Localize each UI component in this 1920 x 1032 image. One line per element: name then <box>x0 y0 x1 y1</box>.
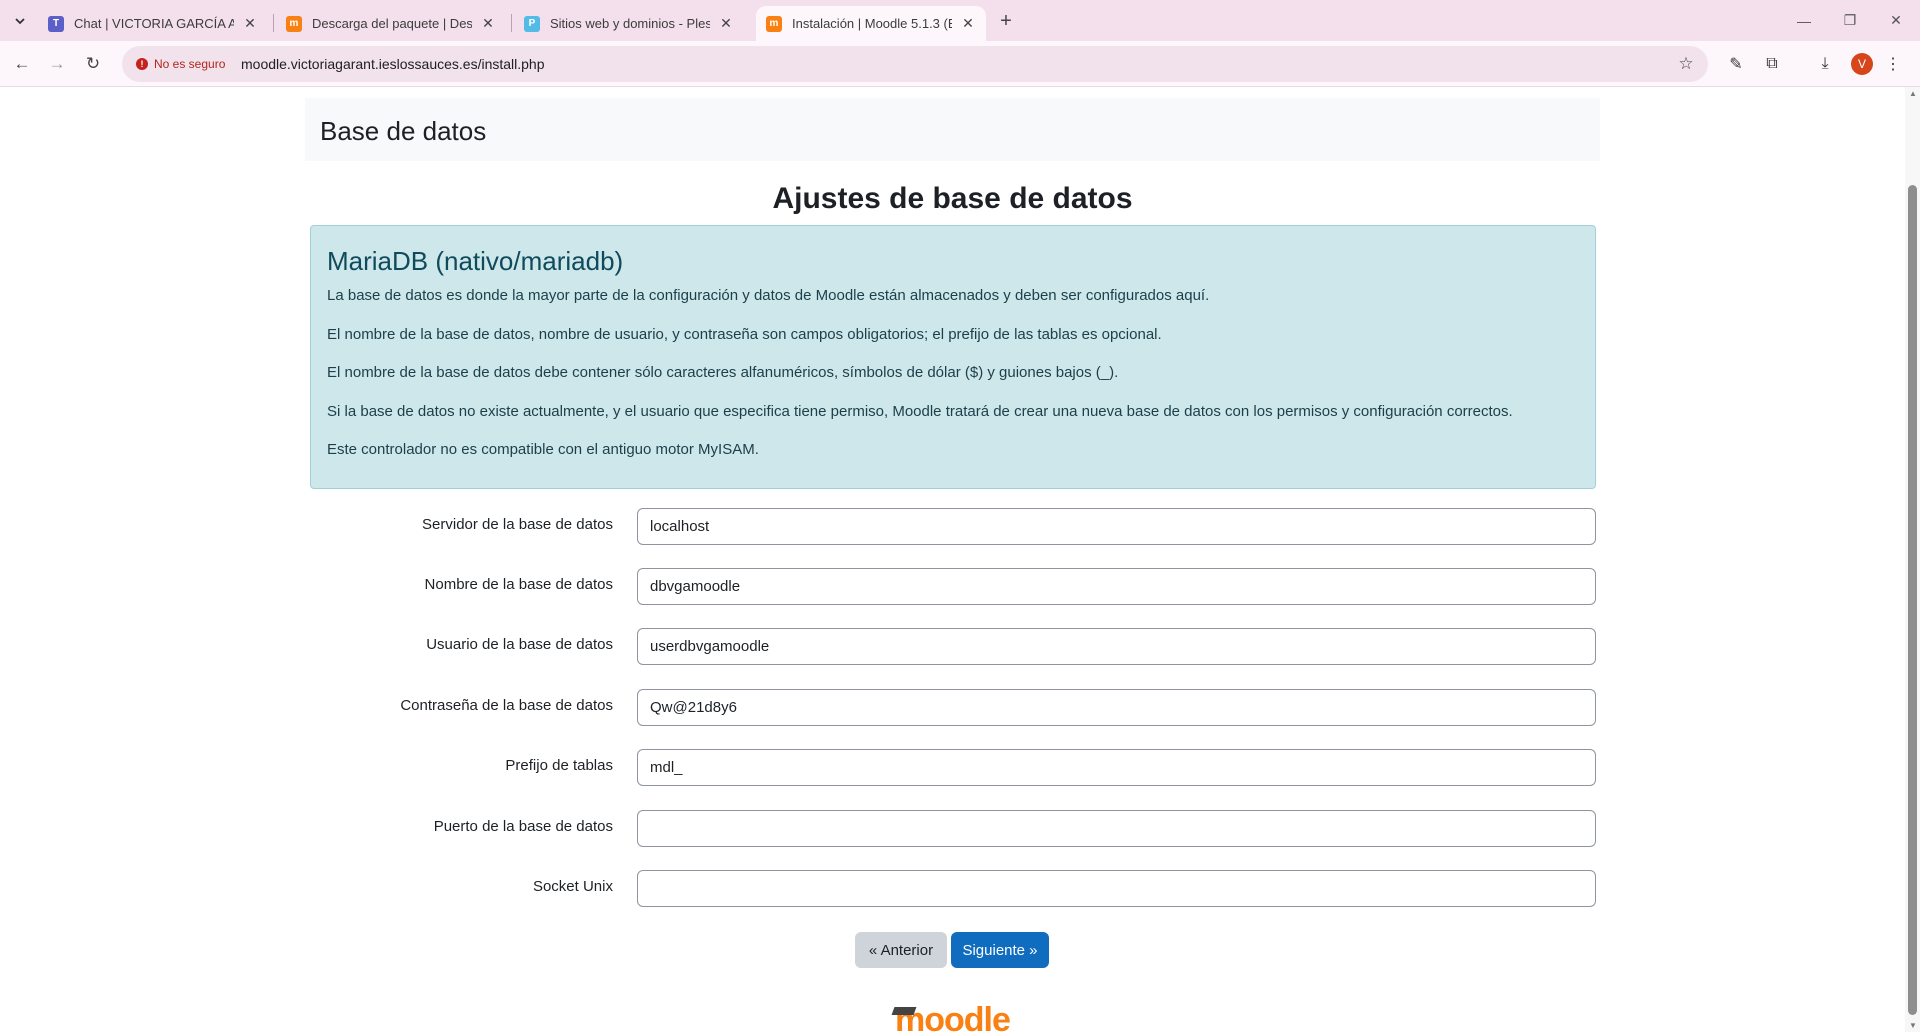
page-title: Base de datos <box>320 116 487 146</box>
close-tab-icon[interactable]: ✕ <box>960 15 976 32</box>
info-paragraph: La base de datos es donde la mayor parte… <box>327 287 1210 304</box>
form-row-table-prefix: Prefijo de tablas <box>305 749 1596 786</box>
reload-icon[interactable]: ↻ <box>79 50 107 78</box>
db-name-input[interactable] <box>637 568 1596 605</box>
pen-icon[interactable]: ✎ <box>1722 50 1750 78</box>
info-paragraph: Si la base de datos no existe actualment… <box>327 402 1513 420</box>
forward-arrow-icon[interactable]: → <box>43 50 71 78</box>
db-port-input[interactable] <box>637 810 1596 847</box>
close-tab-icon[interactable]: ✕ <box>480 15 496 32</box>
form-row-db-host: Servidor de la base de datos <box>305 508 1596 545</box>
info-paragraph: Este controlador no es compatible con el… <box>327 441 759 458</box>
restore-icon[interactable]: ❐ <box>1827 0 1873 41</box>
db-host-input[interactable] <box>637 508 1596 545</box>
tab-moodle-download[interactable]: m Descarga del paquete | Descarg ✕ <box>276 6 506 41</box>
warning-icon: ! <box>136 58 148 70</box>
db-user-input[interactable] <box>637 628 1596 665</box>
table-prefix-input[interactable] <box>637 749 1596 786</box>
menu-dots-icon[interactable]: ⋮ <box>1879 50 1907 78</box>
tab-title: Chat | VICTORIA GARCÍA ANTÓ <box>74 16 234 31</box>
form-row-db-user: Usuario de la base de datos <box>305 628 1596 665</box>
form-row-db-name: Nombre de la base de datos <box>305 568 1596 605</box>
bookmark-star-icon[interactable]: ☆ <box>1674 52 1698 76</box>
tab-teams-chat[interactable]: T Chat | VICTORIA GARCÍA ANTÓ ✕ <box>38 6 268 41</box>
form-row-db-port: Puerto de la base de datos <box>305 810 1596 847</box>
moodle-icon: m <box>286 15 302 32</box>
section-heading: Ajustes de base de datos <box>772 182 1133 215</box>
browser-toolbar: ← → ↻ ! No es seguro moodle.victoriagara… <box>0 41 1920 87</box>
db-port-label: Puerto de la base de datos <box>433 818 613 835</box>
previous-button[interactable]: « Anterior <box>855 932 947 968</box>
scroll-down-arrow-icon[interactable]: ▼ <box>1909 1021 1917 1030</box>
security-chip-label: No es seguro <box>154 57 226 71</box>
scrollbar-thumb[interactable] <box>1908 185 1917 1015</box>
tab-title: Descarga del paquete | Descarg <box>312 16 472 31</box>
tab-strip: T Chat | VICTORIA GARCÍA ANTÓ ✕ m Descar… <box>0 0 1920 41</box>
db-host-label: Servidor de la base de datos <box>422 516 613 533</box>
form-row-db-password: Contraseña de la base de datos <box>305 689 1596 726</box>
tab-plesk[interactable]: P Sitios web y dominios - Plesk - ✕ <box>514 6 744 41</box>
db-user-label: Usuario de la base de datos <box>426 636 613 653</box>
db-password-input[interactable] <box>637 689 1596 726</box>
close-window-icon[interactable]: ✕ <box>1873 0 1919 41</box>
minimize-icon[interactable]: — <box>1781 0 1827 41</box>
page-header: Base de datos <box>305 98 1600 161</box>
tab-moodle-install[interactable]: m Instalación | Moodle 5.1.3 (Build ✕ <box>756 6 986 41</box>
new-tab-plus-icon[interactable]: + <box>994 9 1018 33</box>
moodle-logo-text: moodle <box>895 1001 1011 1032</box>
extensions-puzzle-icon[interactable]: ⧉ <box>1758 50 1786 78</box>
unix-socket-label: Socket Unix <box>532 878 613 895</box>
db-name-label: Nombre de la base de datos <box>424 576 613 593</box>
page-viewport: Base de datos Ajustes de base de datos M… <box>0 87 1905 1032</box>
download-icon[interactable]: ⤓ <box>1811 50 1839 78</box>
profile-avatar[interactable]: V <box>1851 53 1873 75</box>
graduation-cap-icon <box>891 1007 917 1015</box>
moodle-icon: m <box>766 15 782 32</box>
table-prefix-label: Prefijo de tablas <box>505 757 613 774</box>
close-tab-icon[interactable]: ✕ <box>718 15 734 32</box>
next-button[interactable]: Siguiente » <box>951 932 1049 968</box>
teams-icon: T <box>48 15 64 32</box>
info-box-title: MariaDB (nativo/mariadb) <box>327 246 624 276</box>
tab-search-chevron-icon[interactable] <box>8 9 32 33</box>
moodle-logo: moodle <box>891 1000 1011 1032</box>
scroll-up-arrow-icon[interactable]: ▲ <box>1909 89 1917 98</box>
back-arrow-icon[interactable]: ← <box>8 50 36 78</box>
unix-socket-input[interactable] <box>637 870 1596 907</box>
tab-title: Instalación | Moodle 5.1.3 (Build <box>792 16 952 31</box>
tab-separator <box>511 14 512 32</box>
form-row-unix-socket: Socket Unix <box>305 870 1596 907</box>
close-tab-icon[interactable]: ✕ <box>242 15 258 32</box>
database-info-box: MariaDB (nativo/mariadb) La base de dato… <box>310 225 1596 489</box>
info-paragraph: El nombre de la base de datos, nombre de… <box>327 325 1162 343</box>
security-chip[interactable]: ! No es seguro <box>130 52 231 76</box>
plesk-icon: P <box>524 15 540 32</box>
url-text[interactable]: moodle.victoriagarant.ieslossauces.es/in… <box>241 56 545 72</box>
db-password-label: Contraseña de la base de datos <box>400 697 613 714</box>
address-bar[interactable]: ! No es seguro moodle.victoriagarant.ies… <box>122 46 1708 82</box>
tab-separator <box>273 14 274 32</box>
tab-title: Sitios web y dominios - Plesk - <box>550 16 710 31</box>
page-scrollbar[interactable]: ▲ ▼ <box>1905 87 1920 1032</box>
info-paragraph: El nombre de la base de datos debe conte… <box>327 364 1119 381</box>
